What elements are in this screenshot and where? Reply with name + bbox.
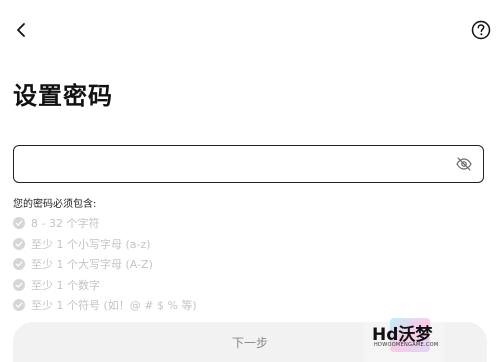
check-circle-icon — [13, 237, 25, 250]
back-button[interactable] — [10, 18, 32, 42]
requirement-item: 至少 1 个符号 (如！@ # $ % 等) — [13, 295, 197, 316]
eye-off-icon — [456, 157, 472, 171]
password-field[interactable] — [13, 145, 484, 183]
requirement-text: 至少 1 个符号 (如！@ # $ % 等) — [31, 299, 197, 313]
requirement-item: 8 - 32 个字符 — [13, 213, 197, 234]
watermark-logo: Hd沃梦 HDWOOMENGAME.COM — [364, 316, 444, 362]
question-circle-icon — [471, 20, 491, 40]
requirements-heading: 您的密码必须包含: — [13, 199, 97, 210]
requirement-text: 至少 1 个大写字母 (A-Z) — [31, 258, 153, 272]
requirement-item: 至少 1 个数字 — [13, 275, 197, 296]
requirement-text: 至少 1 个小写字母 (a-z) — [31, 237, 151, 251]
chevron-left-icon — [17, 23, 25, 37]
check-circle-icon — [13, 217, 25, 230]
toggle-visibility-button[interactable] — [455, 155, 473, 173]
requirement-text: 至少 1 个数字 — [31, 278, 100, 292]
check-circle-icon — [13, 258, 25, 271]
check-circle-icon — [13, 299, 25, 312]
check-circle-icon — [13, 278, 25, 291]
help-button[interactable] — [470, 19, 492, 41]
password-input[interactable] — [24, 152, 448, 178]
top-bar — [0, 0, 500, 60]
requirements-list: 8 - 32 个字符 至少 1 个小写字母 (a-z) 至少 1 个大写字母 (… — [13, 213, 197, 316]
requirement-text: 8 - 32 个字符 — [31, 217, 100, 231]
requirement-item: 至少 1 个大写字母 (A-Z) — [13, 254, 197, 275]
watermark-subtext: HDWOOMENGAME.COM — [374, 342, 439, 348]
page-title: 设置密码 — [13, 82, 113, 110]
requirement-item: 至少 1 个小写字母 (a-z) — [13, 234, 197, 255]
